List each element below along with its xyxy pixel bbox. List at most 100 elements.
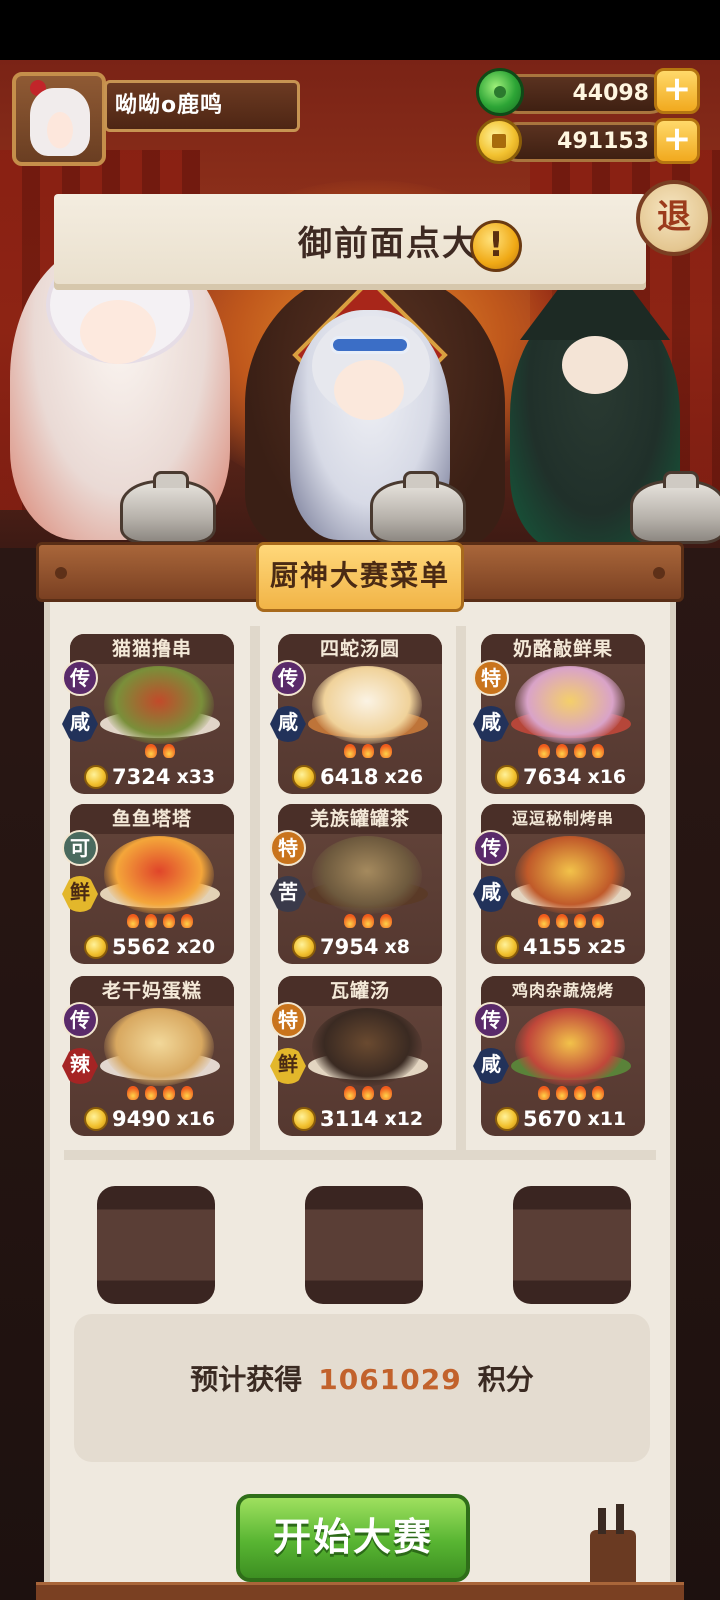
flame-icon <box>344 1086 356 1100</box>
selected-dish-slot-2[interactable] <box>305 1186 423 1304</box>
estimate-prefix: 预计获得 <box>190 1363 303 1396</box>
dish-card[interactable]: 猫猫撸串传咸 7324 x33 <box>62 634 234 794</box>
dish-card[interactable]: 奶酪敲鲜果特咸 7634 x16 <box>473 634 645 794</box>
rarity-badge: 可 <box>62 830 98 866</box>
dish-image <box>312 666 422 744</box>
steamer-pot-right <box>630 471 720 544</box>
rarity-badge: 传 <box>62 1002 98 1038</box>
flame-icon <box>556 744 568 758</box>
dish-price-value: 5562 <box>112 935 171 959</box>
dish-card[interactable]: 鱼鱼塔塔可鲜 5562 x20 <box>62 804 234 964</box>
dish-name: 鸡肉杂蔬烧烤 <box>481 976 645 1006</box>
dish-price-value: 7324 <box>112 765 171 789</box>
coin-icon <box>292 765 316 789</box>
dish-price-value: 3114 <box>320 1107 379 1131</box>
selected-dish-slot-1[interactable] <box>97 1186 215 1304</box>
exit-button[interactable]: 退 <box>636 180 712 256</box>
coin-icon <box>84 1107 108 1131</box>
dish-price: 4155 x25 <box>495 932 626 962</box>
bottom-ledge <box>36 1582 684 1600</box>
flame-icon <box>592 744 604 758</box>
contest-title: 御前面点大赛 <box>298 224 514 264</box>
flame-icon <box>145 1086 157 1100</box>
flame-icon <box>574 744 586 758</box>
rarity-badge: 传 <box>62 660 98 696</box>
dish-price: 6418 x26 <box>292 762 423 792</box>
heat-level <box>318 914 418 928</box>
dish-price: 5562 x20 <box>84 932 215 962</box>
dish-price-value: 6418 <box>320 765 379 789</box>
flame-icon <box>556 1086 568 1100</box>
rarity-badge: 特 <box>270 830 306 866</box>
player-name: 呦呦o鹿鸣 <box>104 80 300 132</box>
dish-quantity: x8 <box>384 936 410 958</box>
dish-name: 羌族罐罐茶 <box>278 804 442 834</box>
dish-price: 7324 x33 <box>84 762 215 792</box>
dish-name: 猫猫撸串 <box>70 634 234 664</box>
flame-icon <box>344 744 356 758</box>
heat-level <box>110 914 210 928</box>
dish-card[interactable]: 逗逗秘制烤串传咸 4155 x25 <box>473 804 645 964</box>
flame-icon <box>127 1086 139 1100</box>
exclamation-icon[interactable]: ! <box>470 220 522 272</box>
dish-price: 5670 x11 <box>495 1104 626 1134</box>
dish-image <box>104 1008 214 1086</box>
start-contest-button[interactable]: 开始大赛 <box>236 1494 470 1582</box>
add-coin-button[interactable]: + <box>654 118 700 164</box>
dish-image <box>515 666 625 744</box>
flame-icon <box>380 914 392 928</box>
dish-name: 瓦罐汤 <box>278 976 442 1006</box>
dish-card[interactable]: 鸡肉杂蔬烧烤传咸 5670 x11 <box>473 976 645 1136</box>
dish-quantity: x16 <box>176 1108 216 1130</box>
dish-name: 老干妈蛋糕 <box>70 976 234 1006</box>
flame-icon <box>380 744 392 758</box>
status-bar <box>0 0 720 60</box>
flame-icon <box>538 744 550 758</box>
flame-icon <box>163 914 175 928</box>
rarity-badge: 传 <box>473 1002 509 1038</box>
add-jade-button[interactable]: + <box>654 68 700 114</box>
dish-image <box>104 666 214 744</box>
dish-price-value: 9490 <box>112 1107 171 1131</box>
dish-quantity: x33 <box>176 766 216 788</box>
dish-name: 鱼鱼塔塔 <box>70 804 234 834</box>
knife-block-decoration <box>590 1504 636 1590</box>
selected-dish-slot-3[interactable] <box>513 1186 631 1304</box>
column-divider <box>250 626 260 1150</box>
flame-icon <box>538 914 550 928</box>
heat-level <box>110 1086 210 1100</box>
dish-card[interactable]: 四蛇汤圆传咸 6418 x26 <box>270 634 442 794</box>
flame-icon <box>163 1086 175 1100</box>
dish-price: 7954 x8 <box>292 932 410 962</box>
dish-card[interactable]: 老干妈蛋糕传辣 9490 x16 <box>62 976 234 1136</box>
dish-card[interactable]: 羌族罐罐茶特苦 7954 x8 <box>270 804 442 964</box>
menu-title: 厨神大赛菜单 <box>256 542 464 612</box>
player-avatar[interactable] <box>12 72 106 166</box>
flame-icon <box>127 914 139 928</box>
flame-icon <box>574 1086 586 1100</box>
flame-icon <box>592 1086 604 1100</box>
flame-icon <box>145 914 157 928</box>
coin-icon <box>292 935 316 959</box>
heat-level <box>110 744 210 758</box>
heat-level <box>318 744 418 758</box>
heat-level <box>521 914 621 928</box>
dish-quantity: x25 <box>587 936 627 958</box>
rarity-badge: 特 <box>270 1002 306 1038</box>
steamer-pot-center <box>370 471 466 544</box>
flame-icon <box>592 914 604 928</box>
rarity-badge: 特 <box>473 660 509 696</box>
dish-price: 7634 x16 <box>495 762 626 792</box>
coin-icon <box>84 935 108 959</box>
steamer-pot-left <box>120 471 216 544</box>
flame-icon <box>362 914 374 928</box>
rarity-badge: 传 <box>270 660 306 696</box>
heat-level <box>521 744 621 758</box>
coin-icon <box>292 1107 316 1131</box>
flame-icon <box>574 914 586 928</box>
coin-icon <box>476 118 522 164</box>
dish-quantity: x12 <box>384 1108 424 1130</box>
dish-quantity: x16 <box>587 766 627 788</box>
coin-icon <box>495 1107 519 1131</box>
dish-card[interactable]: 瓦罐汤特鲜 3114 x12 <box>270 976 442 1136</box>
